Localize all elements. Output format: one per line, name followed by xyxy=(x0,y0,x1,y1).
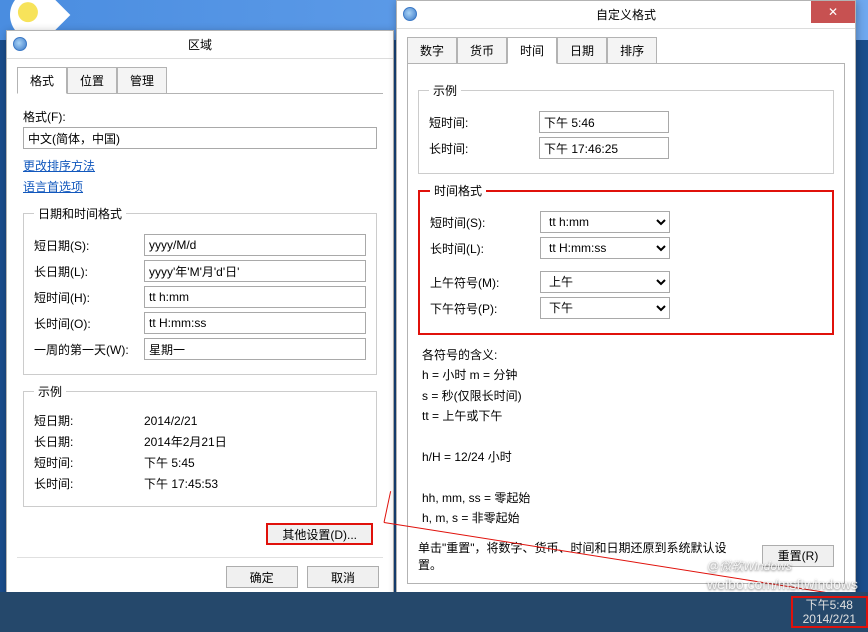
long-time-label: 长时间(O): xyxy=(34,315,144,332)
ex-long-date-v: 2014年2月21日 xyxy=(144,433,366,450)
legend-line6: h, m, s = 非零起始 xyxy=(422,508,830,528)
ex-long-date-k: 长日期: xyxy=(34,433,144,450)
long-date-label: 长日期(L): xyxy=(34,263,144,280)
datetime-legend: 日期和时间格式 xyxy=(34,205,126,222)
tab-currency[interactable]: 货币 xyxy=(457,37,507,63)
c-ex-long-time-v xyxy=(539,137,669,159)
first-day-combo[interactable] xyxy=(144,338,366,360)
pm-symbol-k: 下午符号(P): xyxy=(430,300,540,317)
c-long-time-k: 长时间(L): xyxy=(430,240,540,257)
tray-time: 下午5:48 xyxy=(803,598,856,612)
example-group: 示例 短日期:2014/2/21 长日期:2014年2月21日 短时间:下午 5… xyxy=(23,383,377,507)
tab-location[interactable]: 位置 xyxy=(67,67,117,93)
am-symbol-select[interactable]: 上午 xyxy=(540,271,670,293)
short-time-label: 短时间(H): xyxy=(34,289,144,306)
reset-button[interactable]: 重置(R) xyxy=(762,545,834,567)
system-tray-clock[interactable]: 下午5:48 2014/2/21 xyxy=(791,596,868,629)
long-time-combo[interactable] xyxy=(144,312,366,334)
time-format-group: 时间格式 短时间(S):tt h:mm 长时间(L):tt H:mm:ss 上午… xyxy=(418,182,834,335)
c-short-time-k: 短时间(S): xyxy=(430,214,540,231)
custom-example-group: 示例 短时间: 长时间: xyxy=(418,82,834,174)
ex-short-time-k: 短时间: xyxy=(34,454,144,471)
legend-line2: s = 秒(仅限长时间) xyxy=(422,386,830,406)
ok-button[interactable]: 确定 xyxy=(226,566,298,588)
globe-icon xyxy=(403,7,419,23)
tab-format[interactable]: 格式 xyxy=(17,67,67,94)
tab-number[interactable]: 数字 xyxy=(407,37,457,63)
c-ex-short-time-v xyxy=(539,111,669,133)
symbol-legend-block: 各符号的含义: h = 小时 m = 分钟 s = 秒(仅限长时间) tt = … xyxy=(422,345,830,529)
format-combo[interactable] xyxy=(23,127,377,149)
tab-sort[interactable]: 排序 xyxy=(607,37,657,63)
custom-format-window: 自定义格式 ✕ 数字 货币 时间 日期 排序 示例 短时间: 长时间: 时间格式… xyxy=(396,0,856,629)
long-time-select[interactable]: tt H:mm:ss xyxy=(540,237,670,259)
legend-line1: h = 小时 m = 分钟 xyxy=(422,365,830,385)
link-language-prefs[interactable]: 语言首选项 xyxy=(23,178,83,195)
tab-admin[interactable]: 管理 xyxy=(117,67,167,93)
link-sort-method[interactable]: 更改排序方法 xyxy=(23,157,95,174)
ex-long-time-k: 长时间: xyxy=(34,475,144,492)
tab-time[interactable]: 时间 xyxy=(507,37,557,64)
tab-date[interactable]: 日期 xyxy=(557,37,607,63)
globe-icon xyxy=(13,37,29,53)
ex-long-time-v: 下午 17:45:53 xyxy=(144,475,366,492)
legend-line4: h/H = 12/24 小时 xyxy=(422,447,830,467)
close-button[interactable]: ✕ xyxy=(811,1,855,23)
ex-short-time-v: 下午 5:45 xyxy=(144,454,366,471)
short-time-select[interactable]: tt h:mm xyxy=(540,211,670,233)
region-tabstrip: 格式 位置 管理 xyxy=(17,67,383,94)
custom-title: 自定义格式 xyxy=(596,6,656,23)
pm-symbol-select[interactable]: 下午 xyxy=(540,297,670,319)
format-label: 格式(F): xyxy=(23,108,377,125)
example-legend: 示例 xyxy=(34,383,66,400)
custom-tabstrip: 数字 货币 时间 日期 排序 xyxy=(407,37,845,64)
am-symbol-k: 上午符号(M): xyxy=(430,274,540,291)
legend-line3: tt = 上午或下午 xyxy=(422,406,830,426)
datetime-format-group: 日期和时间格式 短日期(S): 长日期(L): 短时间(H): 长时间(O): … xyxy=(23,205,377,375)
custom-example-legend: 示例 xyxy=(429,82,461,99)
other-settings-button[interactable]: 其他设置(D)... xyxy=(266,523,373,545)
custom-titlebar: 自定义格式 ✕ xyxy=(397,1,855,29)
legend-line5: hh, mm, ss = 零起始 xyxy=(422,488,830,508)
region-titlebar: 区域 xyxy=(7,31,393,59)
long-date-combo[interactable] xyxy=(144,260,366,282)
ex-short-date-v: 2014/2/21 xyxy=(144,414,366,428)
short-date-combo[interactable] xyxy=(144,234,366,256)
taskbar: 下午5:48 2014/2/21 xyxy=(0,592,868,632)
first-day-label: 一周的第一天(W): xyxy=(34,341,144,358)
region-title: 区域 xyxy=(188,36,212,53)
short-time-combo[interactable] xyxy=(144,286,366,308)
cancel-button[interactable]: 取消 xyxy=(307,566,379,588)
close-icon: ✕ xyxy=(828,5,838,19)
c-ex-short-time-k: 短时间: xyxy=(429,114,539,131)
reset-hint: 单击"重置"，将数字、货币、时间和日期还原到系统默认设置。 xyxy=(418,539,746,573)
tray-date: 2014/2/21 xyxy=(803,612,856,626)
legend-title: 各符号的含义: xyxy=(422,345,830,365)
ex-short-date-k: 短日期: xyxy=(34,412,144,429)
region-window: 区域 格式 位置 管理 格式(F): 更改排序方法 语言首选项 日期和时间格式 … xyxy=(6,30,394,603)
short-date-label: 短日期(S): xyxy=(34,237,144,254)
time-format-legend: 时间格式 xyxy=(430,182,486,199)
c-ex-long-time-k: 长时间: xyxy=(429,140,539,157)
